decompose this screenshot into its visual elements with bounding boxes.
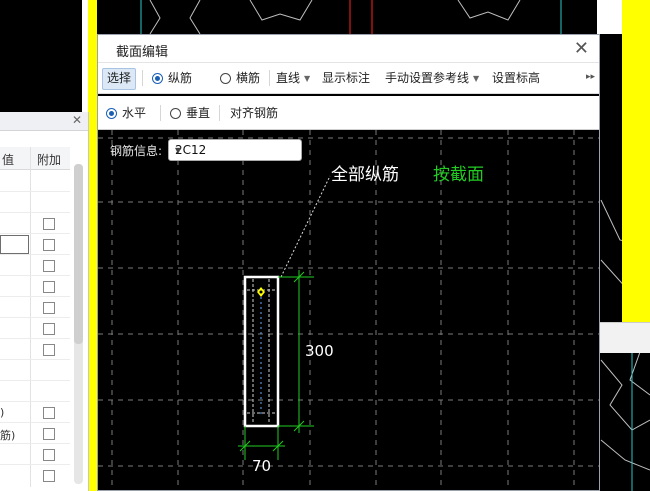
dropdown-caret-icon: ▼: [304, 74, 311, 83]
rebar-info-label: 钢筋信息:: [110, 144, 163, 158]
dimension-height-text: 300: [305, 342, 334, 360]
line-dropdown[interactable]: 直线 ▼: [272, 68, 314, 88]
set-elevation-button[interactable]: 设置标高: [488, 68, 544, 88]
checkbox-icon[interactable]: [43, 323, 55, 335]
dialog-title: 截面编辑: [116, 45, 169, 60]
checkbox-icon[interactable]: [43, 218, 55, 230]
vertical-radio[interactable]: 垂直: [166, 103, 214, 123]
checkbox-icon[interactable]: [43, 449, 55, 461]
dropdown-caret-icon: ▼: [175, 146, 182, 155]
vertical-label: 垂直: [186, 106, 211, 120]
checkbox-icon[interactable]: [43, 260, 55, 272]
background-panel-strip: [597, 0, 622, 34]
more-icon[interactable]: ▸▸: [586, 72, 595, 82]
show-label-text: 显示标注: [322, 71, 371, 85]
radio-icon: [152, 73, 163, 84]
close-icon[interactable]: ✕: [574, 38, 589, 59]
longitudinal-radio[interactable]: 纵筋: [148, 68, 196, 88]
section-edit-dialog: 截面编辑 ✕ 选择 纵筋 横筋 直线 ▼ 显示标注 手动设置参考线 ▼ 设置标高 ▸…: [97, 34, 600, 491]
selected-cell[interactable]: [0, 235, 29, 254]
rebar-info-select[interactable]: 2C12 ▼: [168, 139, 302, 161]
checkbox-icon[interactable]: [43, 407, 55, 419]
property-column-header: 值 附加: [0, 147, 70, 170]
radio-icon: [220, 73, 231, 84]
row-label: 筋): [0, 429, 16, 442]
set-elevation-label: 设置标高: [492, 71, 541, 85]
align-rebar-button[interactable]: 对齐钢筋: [226, 103, 282, 123]
horizontal-label: 水平: [122, 106, 147, 120]
manual-ref-line-label: 手动设置参考线: [385, 71, 470, 85]
dropdown-caret-icon: ▼: [473, 74, 480, 83]
transverse-radio[interactable]: 横筋: [216, 68, 264, 88]
by-section-label[interactable]: 按截面: [433, 160, 484, 185]
horizontal-radio[interactable]: 水平: [102, 103, 150, 123]
checkbox-icon[interactable]: [43, 470, 55, 482]
align-rebar-label: 对齐钢筋: [230, 106, 279, 120]
manual-ref-line-dropdown[interactable]: 手动设置参考线 ▼: [381, 68, 483, 88]
show-label-button[interactable]: 显示标注: [318, 68, 374, 88]
checkbox-icon[interactable]: [43, 428, 55, 440]
property-panel: ✕ 值 附加 ) 筋): [0, 112, 89, 491]
dialog-toolbar-align: 水平 垂直 对齐钢筋: [98, 96, 599, 130]
dimension-width-text: 70: [252, 457, 272, 475]
dialog-toolbar-main: 选择 纵筋 横筋 直线 ▼ 显示标注 手动设置参考线 ▼ 设置标高 ▸▸: [98, 63, 599, 94]
longitudinal-label: 纵筋: [168, 71, 193, 85]
row-label: ): [0, 406, 5, 419]
background-yellow-frame: [622, 0, 650, 322]
select-button-label: 选择: [107, 71, 132, 85]
property-panel-header: ✕: [0, 112, 88, 131]
checkbox-icon[interactable]: [43, 239, 55, 251]
column-value-header: 值: [2, 153, 15, 167]
radio-icon: [170, 108, 181, 119]
line-label: 直线: [276, 71, 301, 85]
select-button[interactable]: 选择: [102, 68, 137, 90]
checkbox-icon[interactable]: [43, 281, 55, 293]
transverse-label: 横筋: [236, 71, 261, 85]
dialog-titlebar[interactable]: 截面编辑 ✕: [98, 35, 599, 63]
background-gray-strip: [600, 322, 650, 353]
checkbox-icon[interactable]: [43, 344, 55, 356]
panel-scrollbar-thumb[interactable]: [74, 164, 83, 344]
panel-close-icon[interactable]: ✕: [72, 113, 82, 127]
checkbox-icon[interactable]: [43, 302, 55, 314]
radio-icon: [106, 108, 117, 119]
all-longitudinal-label[interactable]: 全部纵筋: [331, 160, 399, 185]
column-extra-header: 附加: [37, 153, 62, 167]
